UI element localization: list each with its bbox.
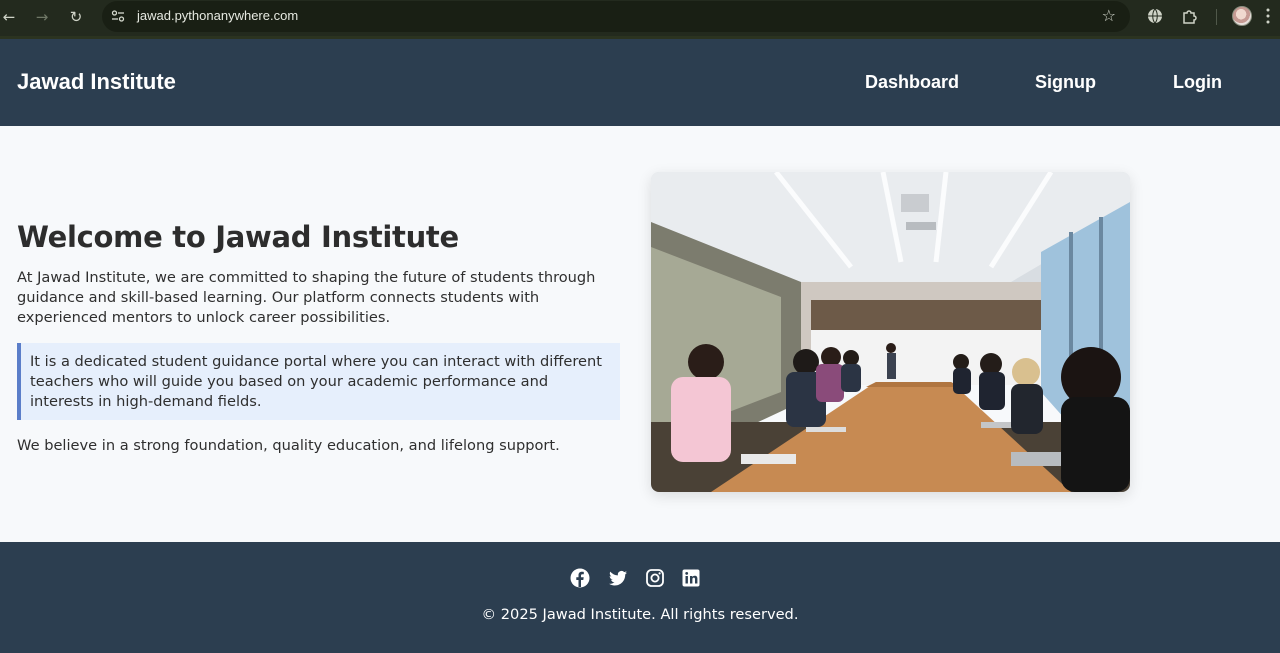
forward-icon[interactable]: → (33, 8, 51, 26)
hero-intro: At Jawad Institute, we are committed to … (17, 269, 596, 326)
instagram-icon[interactable] (645, 568, 665, 588)
nav-signup[interactable]: Signup (1035, 72, 1096, 93)
url-text[interactable]: jawad.pythonanywhere.com (137, 8, 298, 23)
site-footer: © 2025 Jawad Institute. All rights reser… (0, 542, 1280, 653)
site-header: Jawad Institute Dashboard Signup Login (0, 39, 1280, 126)
info-callout: It is a dedicated student guidance porta… (17, 343, 620, 420)
extensions-icon[interactable] (1181, 7, 1199, 25)
menu-icon[interactable] (1266, 8, 1270, 24)
copyright-text: © 2025 Jawad Institute. All rights reser… (481, 606, 799, 623)
address-bar[interactable]: jawad.pythonanywhere.com ☆ (102, 1, 1130, 32)
facebook-icon[interactable] (570, 568, 590, 588)
nav-login[interactable]: Login (1173, 72, 1222, 93)
browser-toolbar: ← → ↻ jawad.pythonanywhere.com ☆ (0, 0, 1280, 39)
site-settings-icon[interactable] (111, 9, 125, 23)
profile-avatar[interactable] (1232, 6, 1252, 26)
hero-closing: We believe in a strong foundation, quali… (17, 437, 560, 454)
hero-section: Welcome to Jawad Institute At Jawad Inst… (17, 220, 622, 456)
toolbar-divider (1216, 9, 1217, 25)
linkedin-icon[interactable] (681, 568, 701, 588)
bookmark-star-icon[interactable]: ☆ (1102, 6, 1116, 25)
brand-logo[interactable]: Jawad Institute (17, 69, 176, 95)
hero-image-conference-room (651, 172, 1130, 492)
reload-icon[interactable]: ↻ (67, 8, 85, 26)
back-icon[interactable]: ← (0, 8, 18, 26)
translate-icon[interactable] (1146, 7, 1164, 25)
hero-title: Welcome to Jawad Institute (17, 220, 459, 254)
nav-dashboard[interactable]: Dashboard (865, 72, 959, 93)
twitter-icon[interactable] (608, 568, 628, 588)
